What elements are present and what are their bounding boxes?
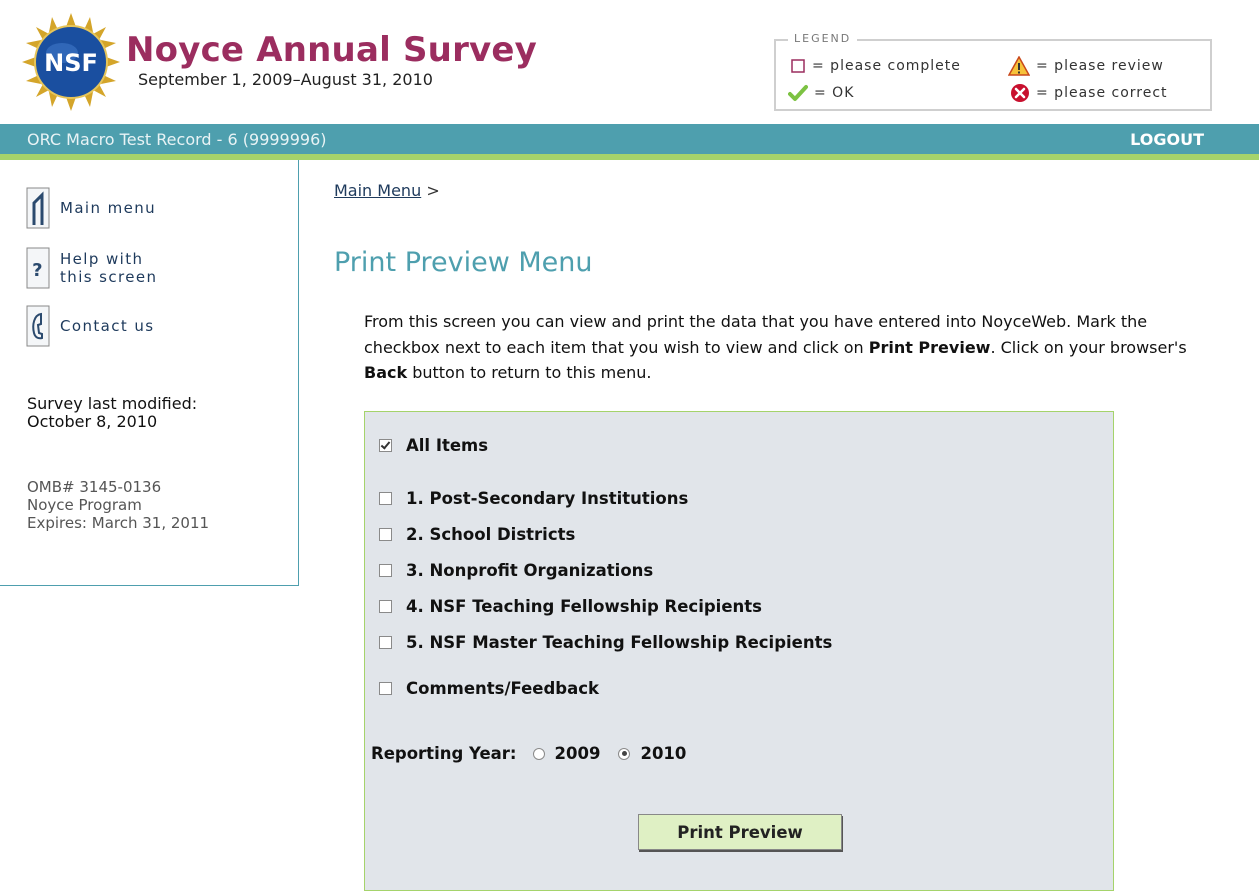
option-nsf-teaching-fellowship[interactable]: 4. NSF Teaching Fellowship Recipients <box>379 597 762 616</box>
empty-square-icon <box>791 59 805 73</box>
instructions-bold-print-preview: Print Preview <box>868 337 991 357</box>
instructions: From this screen you can view and print … <box>364 309 1214 386</box>
option-all-items[interactable]: All Items <box>379 436 488 455</box>
reporting-year-label: Reporting Year: <box>371 744 517 763</box>
sidebar-item-main-menu[interactable]: Main menu <box>26 187 156 229</box>
legend-label: = OK <box>814 85 855 101</box>
instructions-bold-back: Back <box>364 363 408 382</box>
checkbox-comments-feedback[interactable] <box>379 682 392 695</box>
option-label: Comments/Feedback <box>406 679 599 698</box>
sidebar-item-help[interactable]: ? Help with this screen <box>26 247 170 289</box>
legend-item-ok: = OK <box>788 84 854 102</box>
legend-title: LEGEND <box>788 32 858 45</box>
nsf-logo: NSF <box>22 13 120 111</box>
checkbox-nsf-master-teaching-fellowship[interactable] <box>379 636 392 649</box>
legend-label: = please complete <box>812 58 961 74</box>
radio-label-2010: 2010 <box>640 744 687 763</box>
print-options-panel: All Items 1. Post-Secondary Institutions… <box>364 411 1114 891</box>
page-title: Print Preview Menu <box>334 247 593 278</box>
option-label: 2. School Districts <box>406 525 576 544</box>
option-nsf-master-teaching-fellowship[interactable]: 5. NSF Master Teaching Fellowship Recipi… <box>379 633 832 652</box>
record-label: ORC Macro Test Record - 6 (9999996) <box>27 130 327 149</box>
error-icon <box>1011 84 1029 102</box>
survey-title: Noyce Annual Survey <box>126 30 538 70</box>
legend-item-please-complete: = please complete <box>790 58 961 74</box>
sidebar-item-label: Help with this screen <box>60 250 158 286</box>
option-label: 1. Post-Secondary Institutions <box>406 489 689 508</box>
legend-item-please-correct: = please correct <box>1010 83 1168 103</box>
checkbox-nonprofit-organizations[interactable] <box>379 564 392 577</box>
legend-label: = please correct <box>1036 85 1168 101</box>
checkbox-post-secondary-institutions[interactable] <box>379 492 392 505</box>
last-modified-label: Survey last modified: <box>27 394 198 413</box>
checkbox-school-districts[interactable] <box>379 528 392 541</box>
checkbox-all-items[interactable] <box>379 439 392 452</box>
last-modified: Survey last modified: October 8, 2010 <box>27 395 197 431</box>
check-icon <box>788 85 808 101</box>
svg-text:NSF: NSF <box>44 49 98 77</box>
sidebar-item-label: Main menu <box>60 199 157 217</box>
main-menu-icon <box>26 187 50 229</box>
omb-number: OMB# 3145-0136 <box>27 478 162 496</box>
expiry-date: Expires: March 31, 2011 <box>27 514 210 532</box>
help-icon: ? <box>26 247 50 289</box>
option-label: 5. NSF Master Teaching Fellowship Recipi… <box>406 633 833 652</box>
reporting-year-selector: Reporting Year: 2009 2010 <box>371 744 686 763</box>
print-preview-button[interactable]: Print Preview <box>638 814 842 850</box>
svg-text:?: ? <box>32 260 44 281</box>
last-modified-date: October 8, 2010 <box>27 412 158 431</box>
radio-year-2009[interactable] <box>532 747 545 760</box>
option-label: 4. NSF Teaching Fellowship Recipients <box>406 597 762 616</box>
instructions-text: . Click on your browser's <box>990 337 1187 357</box>
sidebar: Main menu ? Help with this screen Contac… <box>0 160 299 586</box>
breadcrumb-main-menu-link[interactable]: Main Menu <box>334 181 421 200</box>
option-label: 3. Nonprofit Organizations <box>406 561 654 580</box>
instructions-text: button to return to this menu. <box>407 363 652 382</box>
omb-info: OMB# 3145-0136 Noyce Program Expires: Ma… <box>27 478 209 532</box>
legend-label: = please review <box>1036 58 1164 74</box>
option-label: All Items <box>406 436 489 455</box>
sidebar-item-label: Contact us <box>60 317 155 335</box>
option-school-districts[interactable]: 2. School Districts <box>379 525 575 544</box>
breadcrumb: Main Menu > <box>334 181 440 200</box>
radio-label-2009: 2009 <box>554 744 601 763</box>
radio-year-2010[interactable] <box>618 747 631 760</box>
sidebar-item-contact[interactable]: Contact us <box>26 305 154 347</box>
legend-item-please-review: = please review <box>1008 56 1164 76</box>
option-nonprofit-organizations[interactable]: 3. Nonprofit Organizations <box>379 561 653 580</box>
status-legend: LEGEND = please complete = please review… <box>774 32 1212 111</box>
warning-icon <box>1008 56 1030 76</box>
phone-icon <box>26 305 50 347</box>
user-bar: ORC Macro Test Record - 6 (9999996) LOGO… <box>0 124 1259 154</box>
survey-date-range: September 1, 2009–August 31, 2010 <box>138 70 433 89</box>
checkbox-nsf-teaching-fellowship[interactable] <box>379 600 392 613</box>
logout-link[interactable]: LOGOUT <box>1130 130 1204 149</box>
program-name: Noyce Program <box>27 496 142 514</box>
breadcrumb-separator: > <box>426 181 440 200</box>
option-comments-feedback[interactable]: Comments/Feedback <box>379 679 599 698</box>
option-post-secondary-institutions[interactable]: 1. Post-Secondary Institutions <box>379 489 688 508</box>
